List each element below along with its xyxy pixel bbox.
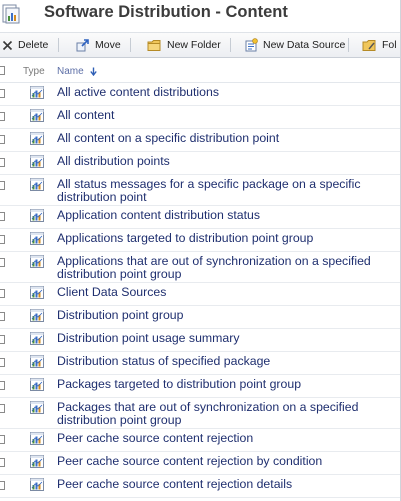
report-name-link[interactable]: Distribution status of specified package (57, 355, 392, 368)
row-checkbox[interactable] (0, 89, 5, 98)
row-checkbox[interactable] (0, 258, 5, 267)
report-name-link[interactable]: Applications that are out of synchroniza… (57, 255, 392, 280)
delete-button[interactable]: Delete (2, 33, 48, 57)
report-icon (30, 332, 44, 345)
list-item[interactable]: All distribution points (0, 152, 401, 175)
row-checkbox[interactable] (0, 381, 5, 390)
new-folder-button[interactable]: New Folder (147, 33, 221, 57)
row-checkbox[interactable] (0, 158, 5, 167)
report-name-link[interactable]: All content on a specific distribution p… (57, 132, 392, 145)
list-item[interactable]: All status messages for a specific packa… (0, 175, 401, 206)
sort-down-arrow-icon (89, 67, 97, 76)
folder-options-label: Fol (382, 39, 397, 51)
row-checkbox[interactable] (0, 481, 5, 490)
report-name-link[interactable]: Packages targeted to distribution point … (57, 378, 392, 391)
delete-x-icon (2, 40, 13, 50)
list-item[interactable]: All active content distributions (0, 83, 401, 106)
page-header: Software Distribution - Content (0, 0, 401, 30)
folder-edit-icon (362, 39, 376, 51)
list-item[interactable]: Peer cache source content rejection (0, 429, 401, 452)
report-icon (30, 286, 44, 299)
report-icon (30, 209, 44, 222)
list-item[interactable]: Applications that are out of synchroniza… (0, 252, 401, 283)
report-name-link[interactable]: Distribution point usage summary (57, 332, 392, 345)
row-checkbox[interactable] (0, 435, 5, 444)
report-icon (30, 232, 44, 245)
report-name-link[interactable]: All content (57, 109, 392, 122)
new-folder-label: New Folder (167, 39, 221, 51)
report-icon (30, 355, 44, 368)
report-name-link[interactable]: Peer cache source content rejection (57, 432, 392, 445)
list-item[interactable]: Distribution point usage summary (0, 329, 401, 352)
list-item[interactable]: Packages that are out of synchronization… (0, 398, 401, 429)
row-checkbox[interactable] (0, 135, 5, 144)
row-checkbox[interactable] (0, 112, 5, 121)
report-name-link[interactable]: Applications targeted to distribution po… (57, 232, 392, 245)
report-icon (30, 132, 44, 145)
list-item[interactable]: Distribution point group (0, 306, 401, 329)
report-icon (30, 255, 44, 268)
report-icon (30, 155, 44, 168)
row-checkbox[interactable] (0, 335, 5, 344)
report-icon (30, 401, 44, 414)
report-icon (30, 378, 44, 391)
report-name-link[interactable]: All active content distributions (57, 86, 392, 99)
column-name[interactable]: Name (57, 66, 97, 77)
move-button[interactable]: Move (76, 33, 121, 57)
toolbar-separator (58, 38, 59, 52)
report-name-link[interactable]: Distribution point group (57, 309, 392, 322)
new-data-source-label: New Data Source (263, 39, 346, 51)
row-checkbox[interactable] (0, 404, 5, 413)
list-item[interactable]: Client Data Sources (0, 283, 401, 306)
delete-label: Delete (18, 39, 49, 51)
report-name-link[interactable]: Peer cache source content rejection deta… (57, 478, 392, 491)
list-item[interactable]: Peer cache source content rejection by c… (0, 452, 401, 475)
report-name-link[interactable]: Packages that are out of synchronization… (57, 401, 392, 426)
report-icon (30, 86, 44, 99)
folder-icon (147, 39, 161, 51)
row-checkbox[interactable] (0, 312, 5, 321)
row-checkbox[interactable] (0, 458, 5, 467)
list-item[interactable]: Distribution status of specified package (0, 352, 401, 375)
list-item[interactable]: Packages targeted to distribution point … (0, 375, 401, 398)
page-title: Software Distribution - Content (44, 3, 288, 21)
list-item[interactable]: Application content distribution status (0, 206, 401, 229)
report-folder-icon (2, 4, 20, 24)
report-name-link[interactable]: Peer cache source content rejection by c… (57, 455, 392, 468)
row-checkbox[interactable] (0, 358, 5, 367)
report-icon (30, 455, 44, 468)
report-icon (30, 432, 44, 445)
new-data-source-button[interactable]: New Data Source (244, 33, 345, 57)
row-checkbox[interactable] (0, 181, 5, 190)
report-icon (30, 109, 44, 122)
report-icon (30, 478, 44, 491)
folder-options-button[interactable]: Fol (362, 33, 397, 57)
report-name-link[interactable]: All distribution points (57, 155, 392, 168)
toolbar-separator (348, 38, 349, 52)
move-label: Move (95, 39, 121, 51)
report-name-link[interactable]: All status messages for a specific packa… (57, 178, 392, 203)
list-item[interactable]: All content (0, 106, 401, 129)
column-type[interactable]: Type (23, 66, 45, 77)
report-name-link[interactable]: Client Data Sources (57, 286, 392, 299)
report-icon (30, 309, 44, 322)
toolbar-separator (230, 38, 231, 52)
data-source-icon (245, 38, 258, 52)
list-item[interactable]: Peer cache source content rejection deta… (0, 475, 401, 498)
report-icon (30, 178, 44, 191)
report-name-link[interactable]: Application content distribution status (57, 209, 392, 222)
row-checkbox[interactable] (0, 235, 5, 244)
column-name-label: Name (57, 66, 84, 77)
row-checkbox[interactable] (0, 289, 5, 298)
row-checkbox[interactable] (0, 212, 5, 221)
select-all-checkbox[interactable] (0, 66, 5, 75)
list-item[interactable]: Applications targeted to distribution po… (0, 229, 401, 252)
move-arrow-icon (76, 39, 89, 52)
list-item[interactable]: All content on a specific distribution p… (0, 129, 401, 152)
toolbar: Delete Move New Folder New Data Source F… (0, 32, 401, 58)
toolbar-separator (130, 38, 131, 52)
column-header-row: Type Name (0, 61, 401, 83)
